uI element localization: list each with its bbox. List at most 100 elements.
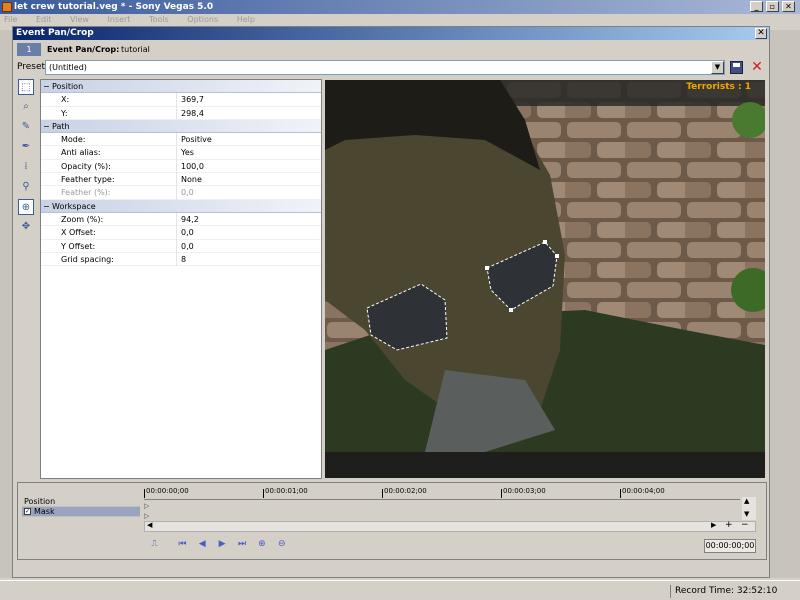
property-name: Mode:	[61, 133, 177, 147]
category-path[interactable]: − Path	[41, 119, 321, 134]
move-tool-icon[interactable]: ✥	[18, 219, 34, 235]
keyframe-marker-icon[interactable]: ▷	[144, 512, 149, 520]
zoom-tool-icon[interactable]: ⌕	[18, 99, 34, 115]
property-row-opacity[interactable]: Opacity (%): 100,0	[41, 159, 321, 174]
menu-edit[interactable]: Edit	[36, 15, 52, 24]
property-row-zoom[interactable]: Zoom (%): 94,2	[41, 212, 321, 227]
keyframe-track-area[interactable]: ▷ ▷	[144, 499, 740, 520]
property-name: Opacity (%):	[61, 159, 177, 174]
category-workspace[interactable]: − Workspace	[41, 199, 321, 213]
scroll-left-icon[interactable]: ◀	[147, 521, 152, 529]
property-value[interactable]: 369,7	[181, 93, 204, 106]
ruler-tick: 00:00:03;00	[501, 487, 546, 498]
normal-edit-tool-icon[interactable]: ⬚	[18, 79, 34, 95]
menu-file[interactable]: File	[4, 15, 17, 24]
close-app-button[interactable]: ✕	[782, 1, 795, 12]
track-mask[interactable]: ✓ Mask	[22, 507, 140, 517]
property-value[interactable]: 8	[181, 253, 186, 266]
zoom-out-icon[interactable]: −	[741, 520, 749, 530]
menu-help[interactable]: Help	[237, 15, 255, 24]
menu-tools[interactable]: Tools	[149, 15, 169, 24]
property-row-anti-alias[interactable]: Anti alias: Yes	[41, 146, 321, 160]
delete-keyframe-icon[interactable]: ⊖	[275, 538, 288, 551]
magnify-icon[interactable]: ⚲	[18, 179, 34, 195]
ruler-tick: 00:00:04;00	[620, 487, 665, 498]
sync-cursor-icon[interactable]: ⎍	[148, 538, 161, 551]
keyframe-marker-icon[interactable]: ▷	[144, 502, 149, 510]
scroll-right-icon[interactable]: ▶	[711, 521, 716, 529]
app-titlebar: let crew tutorial.veg * - Sony Vegas 5.0	[0, 0, 800, 14]
property-value[interactable]: Positive	[181, 133, 212, 146]
preset-dropdown-chevron-down-icon[interactable]: ▼	[711, 61, 724, 74]
menu-view[interactable]: View	[70, 15, 89, 24]
zoom-edit-icon[interactable]: ⊕	[18, 199, 34, 215]
ruler-label: 00:00:01;00	[265, 487, 308, 495]
ruler-label: 00:00:02;00	[384, 487, 427, 495]
property-row-y-offset[interactable]: Y Offset: 0,0	[41, 239, 321, 253]
add-keyframe-icon[interactable]: ⊕	[255, 538, 268, 551]
save-preset-icon[interactable]	[730, 61, 743, 74]
minimize-button[interactable]: _	[750, 1, 763, 12]
scroll-up-icon[interactable]: ▲	[744, 497, 749, 505]
menu-insert[interactable]: Insert	[108, 15, 131, 24]
scroll-down-icon[interactable]: ▼	[744, 510, 749, 518]
vegas-app-icon[interactable]	[2, 2, 12, 12]
property-row-x[interactable]: X: 369,7	[41, 93, 321, 107]
ruler-label: 00:00:04;00	[622, 487, 665, 495]
track-label: Position	[24, 497, 56, 506]
collapse-toggle-icon[interactable]: −	[43, 80, 50, 93]
time-ruler[interactable]: 00:00:00;00 00:00:01;00 00:00:02;00 00:0…	[144, 487, 740, 499]
track-position[interactable]: Position	[22, 497, 140, 507]
event-icon: 1	[17, 43, 41, 56]
category-position[interactable]: − Position	[41, 80, 321, 94]
dialog-title: Event Pan/Crop	[16, 28, 94, 38]
collapse-toggle-icon[interactable]: −	[43, 200, 50, 213]
header-event-name: tutorial	[121, 45, 150, 54]
property-row-feather: Feather (%): 0,0	[41, 186, 321, 200]
property-value[interactable]: 298,4	[181, 107, 204, 120]
event-pan-crop-dialog: Event Pan/Crop ✕ 1 Event Pan/Crop: tutor…	[12, 26, 770, 578]
add-point-tool-icon[interactable]: ✒	[18, 139, 34, 155]
timeline-horizontal-scrollbar[interactable]: ◀ ▶ + −	[144, 520, 756, 532]
background-app-edge	[0, 30, 12, 578]
dialog-close-button[interactable]: ✕	[755, 28, 767, 39]
prev-keyframe-icon[interactable]: ◀	[196, 538, 209, 551]
mask-checkbox[interactable]: ✓	[24, 508, 31, 515]
ruler-tick: 00:00:01;00	[263, 487, 308, 498]
next-keyframe-icon[interactable]: ▶	[216, 538, 229, 551]
score-overlay-text: Terrorists : 1	[686, 82, 751, 92]
track-label: Mask	[34, 507, 55, 516]
menu-bar: File Edit View Insert Tools Options Help	[0, 14, 800, 26]
zoom-in-icon[interactable]: +	[725, 520, 733, 530]
delete-preset-icon[interactable]: ✕	[750, 59, 764, 75]
ruler-label: 00:00:00;00	[146, 487, 189, 495]
property-row-x-offset[interactable]: X Offset: 0,0	[41, 226, 321, 240]
property-name: Y:	[61, 106, 177, 120]
property-value[interactable]: 0,0	[181, 240, 194, 253]
timeline-vertical-scrollbar[interactable]: ▲ ▼	[742, 497, 756, 520]
first-keyframe-icon[interactable]: ⏮	[176, 538, 189, 551]
collapse-toggle-icon[interactable]: −	[43, 120, 50, 133]
property-value[interactable]: None	[181, 173, 202, 186]
maximize-button[interactable]: ▫	[766, 1, 779, 12]
property-row-y[interactable]: Y: 298,4	[41, 106, 321, 120]
preset-combo[interactable]: (Untitled)	[45, 60, 725, 75]
property-value[interactable]: Yes	[181, 146, 194, 159]
keyframe-timeline-panel: Position ✓ Mask 00:00:00;00 00:00:01;00 0…	[17, 482, 767, 560]
property-row-mode[interactable]: Mode: Positive	[41, 133, 321, 147]
dialog-titlebar: Event Pan/Crop	[13, 27, 769, 40]
video-preview[interactable]: Terrorists : 1	[325, 80, 765, 478]
property-value[interactable]: 100,0	[181, 160, 204, 173]
background-app-edge-right	[770, 30, 800, 578]
split-tool-icon[interactable]: ⁞	[18, 159, 34, 175]
pen-anchor-tool-icon[interactable]: ✎	[18, 119, 34, 135]
property-row-feather-type[interactable]: Feather type: None	[41, 173, 321, 187]
property-name: Feather type:	[61, 173, 177, 187]
properties-panel: − Position X: 369,7 Y: 298,4 − Path Mode: Pos…	[40, 79, 322, 479]
property-value[interactable]: 94,2	[181, 213, 199, 226]
property-row-grid-spacing[interactable]: Grid spacing: 8	[41, 252, 321, 267]
property-value: 0,0	[181, 188, 194, 198]
last-keyframe-icon[interactable]: ⏭	[236, 538, 249, 551]
property-value[interactable]: 0,0	[181, 226, 194, 239]
menu-options[interactable]: Options	[187, 15, 218, 24]
